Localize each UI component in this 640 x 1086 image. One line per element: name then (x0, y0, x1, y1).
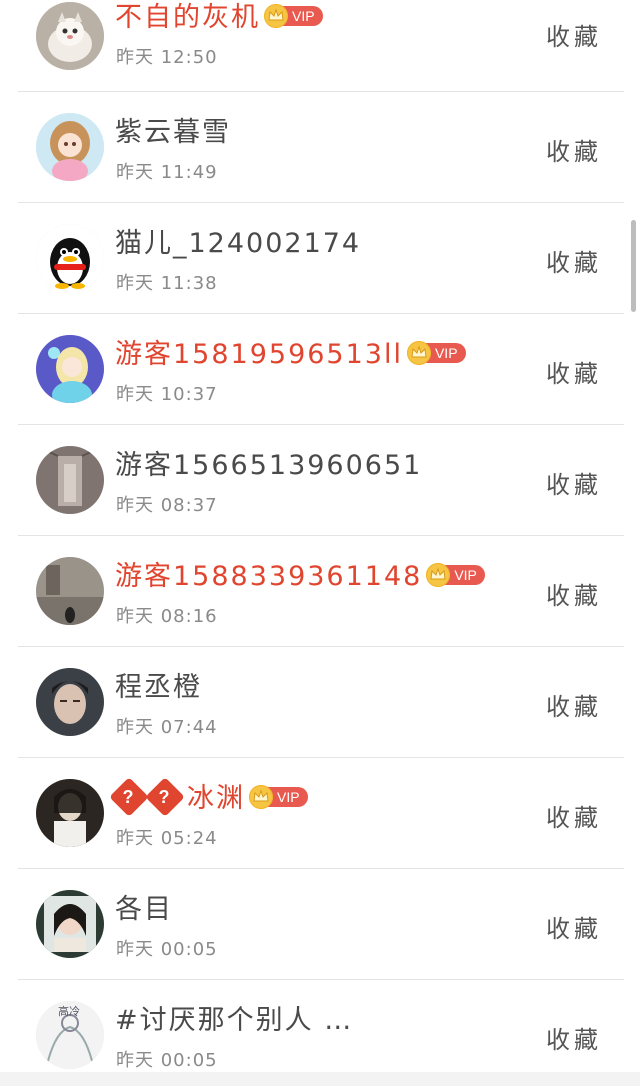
user-name[interactable]: ?? 冰渊 VIP (109, 776, 308, 817)
user-name[interactable]: 各目 (115, 893, 173, 927)
princess-avatar[interactable] (36, 335, 104, 403)
user-name-text: 各目 (115, 894, 173, 925)
sketch-avatar[interactable]: 高冷 (36, 1001, 104, 1069)
timestamp: 昨天 07:44 (116, 717, 218, 738)
user-name-text: 游客15819596513ll (115, 339, 403, 370)
user-name[interactable]: 游客1588339361148 VIP (115, 560, 485, 594)
favorite-button[interactable]: 收藏 (546, 357, 602, 391)
user-name-text: 猫儿_124002174 (115, 228, 362, 259)
man-avatar[interactable] (36, 668, 104, 736)
list-item[interactable]: ?? 冰渊 VIP 昨天 05:24 收藏 (18, 758, 624, 869)
timestamp: 昨天 08:16 (116, 606, 218, 627)
favorite-button[interactable]: 收藏 (546, 801, 602, 835)
user-name[interactable]: 程丞橙 (115, 671, 202, 705)
list-item[interactable]: 猫儿_124002174 昨天 11:38 收藏 (18, 203, 624, 314)
street-avatar[interactable] (36, 557, 104, 625)
list-item[interactable]: 程丞橙昨天 07:44 收藏 (18, 647, 624, 758)
user-name-text: 程丞橙 (115, 672, 202, 703)
favorite-button[interactable]: 收藏 (546, 690, 602, 724)
user-name[interactable]: 猫儿_124002174 (115, 227, 361, 261)
list-item[interactable]: 不自的灰机 VIP 昨天 12:50 收藏 (18, 0, 624, 92)
list-item[interactable]: 游客15819596513ll VIP 昨天 10:37 收藏 (18, 314, 624, 425)
favorite-button[interactable]: 收藏 (546, 246, 602, 280)
anime-girl-avatar[interactable] (36, 113, 104, 181)
user-name-text: 冰渊 (187, 783, 245, 814)
cat-avatar[interactable] (36, 2, 104, 70)
timestamp: 昨天 08:37 (116, 495, 218, 516)
favorite-button[interactable]: 收藏 (546, 135, 602, 169)
bottom-strip (0, 1072, 640, 1086)
unknown-glyph-icon: ? (109, 776, 149, 817)
favorite-button[interactable]: 收藏 (546, 20, 602, 54)
timestamp: 昨天 11:38 (116, 273, 218, 294)
favorite-button[interactable]: 收藏 (546, 1023, 602, 1057)
user-name[interactable]: #讨厌那个别人 … (115, 1004, 353, 1038)
timestamp: 昨天 12:50 (116, 47, 218, 68)
list-item[interactable]: 紫云暮雪昨天 11:49 收藏 (18, 92, 624, 203)
svg-text:高冷: 高冷 (58, 1004, 80, 1018)
unknown-glyph-icon: ? (145, 776, 185, 817)
list-item[interactable]: 游客1588339361148 VIP 昨天 08:16 收藏 (18, 536, 624, 647)
list-item[interactable]: 各目昨天 00:05 收藏 (18, 869, 624, 980)
timestamp: 昨天 00:05 (116, 1050, 218, 1071)
user-name[interactable]: 游客15819596513ll VIP (115, 338, 466, 372)
user-name[interactable]: 游客1566513960651 (115, 449, 422, 483)
user-name-text: 游客1588339361148 (115, 561, 423, 592)
favorite-button[interactable]: 收藏 (546, 912, 602, 946)
user-name-text: #讨厌那个别人 … (115, 1005, 354, 1036)
timestamp: 昨天 11:49 (116, 162, 218, 183)
scrollbar[interactable] (631, 220, 636, 312)
favorite-button[interactable]: 收藏 (546, 579, 602, 613)
timestamp: 昨天 05:24 (116, 828, 218, 849)
favorite-button[interactable]: 收藏 (546, 468, 602, 502)
crown-icon (264, 3, 288, 28)
vip-badge: VIP (264, 3, 323, 28)
vip-badge: VIP (406, 340, 466, 365)
vip-badge: VIP (426, 562, 485, 587)
dark-portrait-avatar[interactable] (36, 779, 104, 847)
user-name[interactable]: 紫云暮雪 (115, 116, 231, 150)
crown-icon (249, 784, 273, 809)
crown-icon (406, 340, 431, 365)
vip-badge: VIP (249, 784, 308, 809)
penguin-avatar[interactable] (36, 224, 104, 292)
user-name-text: 紫云暮雪 (115, 117, 231, 148)
list-item[interactable]: 游客1566513960651 昨天 08:37 收藏 (18, 425, 624, 536)
user-name-text: 不自的灰机 (115, 2, 260, 33)
user-name[interactable]: 不自的灰机 VIP (115, 1, 323, 35)
timestamp: 昨天 10:37 (116, 384, 218, 405)
corridor-avatar[interactable] (36, 446, 104, 514)
timestamp: 昨天 00:05 (116, 939, 218, 960)
woman-avatar[interactable] (36, 890, 104, 958)
list-item[interactable]: 高冷 #讨厌那个别人 … 昨天 00:05 收藏 (18, 980, 624, 1072)
user-name-text: 游客1566513960651 (115, 450, 423, 481)
crown-icon (426, 562, 451, 587)
